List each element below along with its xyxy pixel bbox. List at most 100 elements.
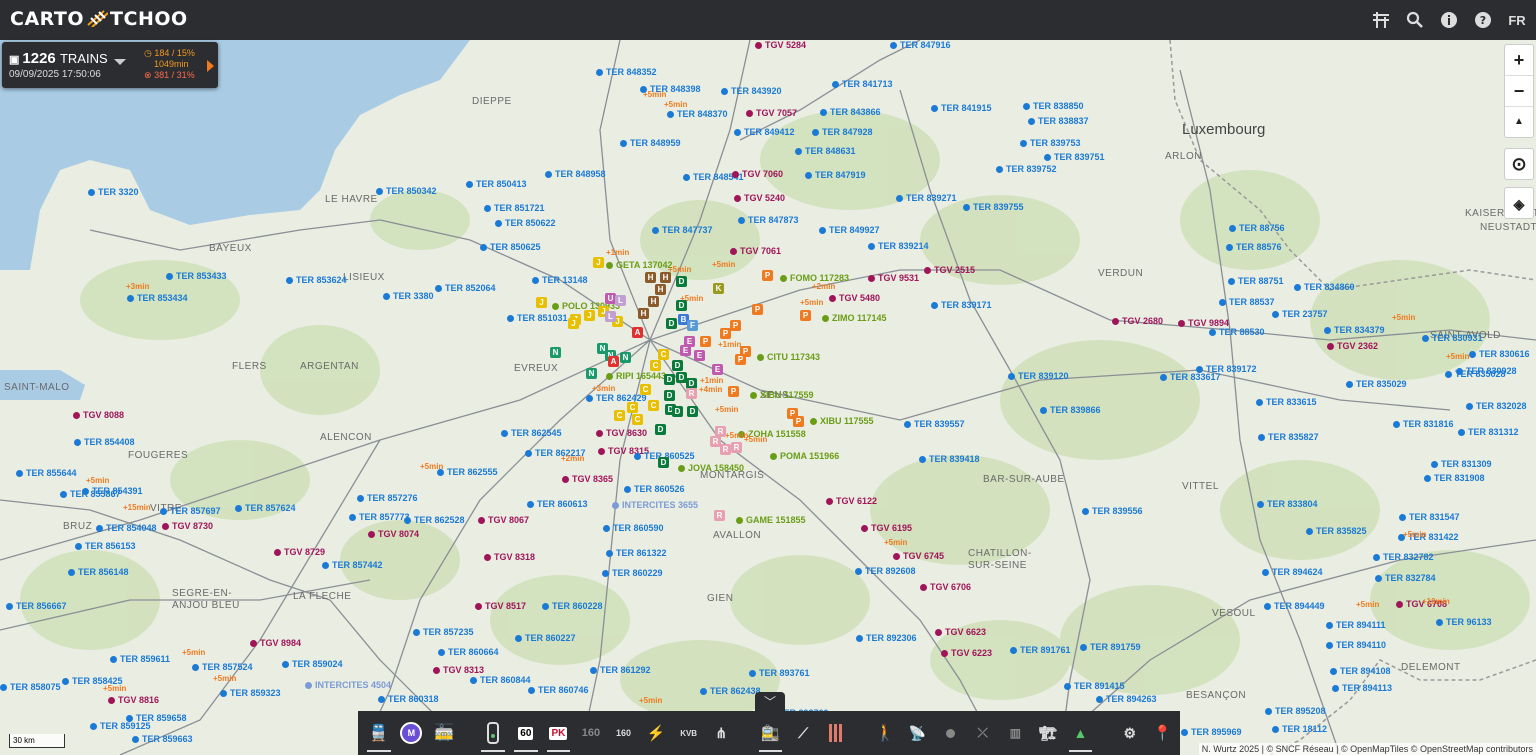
- transit-line-icon[interactable]: J: [568, 318, 579, 329]
- zoom-in-button[interactable]: +: [1505, 45, 1533, 76]
- train-marker[interactable]: TER 857276: [357, 493, 418, 503]
- train-marker[interactable]: TER 857442: [322, 560, 383, 570]
- train-marker[interactable]: TER 88756: [1229, 223, 1285, 233]
- train-marker[interactable]: TER 857524: [192, 662, 253, 672]
- train-marker[interactable]: TGV 2680: [1112, 316, 1163, 326]
- train-marker[interactable]: TER 855867: [60, 489, 121, 499]
- train-marker[interactable]: TGV 6195: [861, 523, 912, 533]
- train-marker[interactable]: TER 848959: [620, 138, 681, 148]
- train-marker[interactable]: TER 894108: [1330, 666, 1391, 676]
- train-marker[interactable]: TER 839753: [1020, 138, 1081, 148]
- train-marker[interactable]: TER 858075: [0, 682, 61, 692]
- transit-line-icon[interactable]: K: [713, 283, 724, 294]
- train-marker[interactable]: TER 853434: [127, 293, 188, 303]
- train-marker[interactable]: TER 857235: [413, 627, 474, 637]
- train-marker[interactable]: TGV 5240: [734, 193, 785, 203]
- transit-line-icon[interactable]: D: [672, 360, 683, 371]
- train-marker[interactable]: TER 860746: [528, 685, 589, 695]
- transit-line-icon[interactable]: C: [614, 410, 625, 421]
- train-marker[interactable]: TER 849927: [819, 225, 880, 235]
- train-marker[interactable]: TER 859125: [90, 721, 151, 731]
- transit-line-icon[interactable]: P: [735, 354, 746, 365]
- train-marker[interactable]: TGV 5284: [755, 40, 806, 50]
- transit-line-icon[interactable]: C: [658, 349, 669, 360]
- kvb-toggle[interactable]: KVB: [674, 718, 704, 748]
- zoom-out-button[interactable]: −: [1505, 76, 1533, 107]
- train-marker[interactable]: TER 859323: [220, 688, 281, 698]
- train-marker[interactable]: TGV 8067: [478, 515, 529, 525]
- train-marker[interactable]: TGV 8816: [108, 695, 159, 705]
- train-marker[interactable]: TER 839556: [1082, 506, 1143, 516]
- train-marker[interactable]: TGV 6706: [920, 582, 971, 592]
- transit-line-icon[interactable]: H: [660, 272, 671, 283]
- train-marker[interactable]: TER 891761: [1010, 645, 1071, 655]
- train-marker[interactable]: GETA 137042: [606, 260, 673, 270]
- transit-line-icon[interactable]: P: [720, 328, 731, 339]
- train-marker[interactable]: TER 847916: [890, 40, 951, 50]
- train-marker[interactable]: TER 860590: [603, 523, 664, 533]
- train-marker[interactable]: TER 831816: [1393, 419, 1454, 429]
- station-toggle[interactable]: 🚉: [756, 718, 786, 752]
- transit-line-icon[interactable]: P: [700, 336, 711, 347]
- train-marker[interactable]: TER 860613: [527, 499, 588, 509]
- train-marker[interactable]: TGV 8730: [162, 521, 213, 531]
- train-marker[interactable]: TER 830616: [1469, 349, 1530, 359]
- track-toggle[interactable]: ⟋: [788, 718, 818, 748]
- train-marker[interactable]: TER 894113: [1332, 683, 1392, 693]
- transit-line-icon[interactable]: D: [664, 390, 675, 401]
- train-marker[interactable]: TER 860526: [624, 484, 685, 494]
- transit-line-icon[interactable]: N: [550, 347, 561, 358]
- level-crossing-toggle[interactable]: ⤫: [968, 718, 998, 748]
- train-marker[interactable]: TER 841915: [931, 103, 992, 113]
- transit-line-icon[interactable]: P: [762, 270, 773, 281]
- train-marker[interactable]: TER 894111: [1326, 620, 1386, 630]
- speed-limit-toggle[interactable]: 60: [511, 718, 541, 752]
- train-marker[interactable]: TER 859611: [110, 654, 170, 664]
- train-marker[interactable]: JOVA 158450: [678, 463, 744, 473]
- transit-line-icon[interactable]: P: [793, 416, 804, 427]
- info-icon[interactable]: [1438, 9, 1460, 31]
- train-marker[interactable]: XIBU 117555: [810, 416, 874, 426]
- train-marker[interactable]: TER 850622: [495, 218, 556, 228]
- play-icon[interactable]: [207, 60, 214, 72]
- train-marker[interactable]: TER 839418: [919, 454, 980, 464]
- train-marker[interactable]: TER 839557: [904, 419, 965, 429]
- train-marker[interactable]: TER 861322: [606, 548, 667, 558]
- train-marker[interactable]: TER 835827: [1258, 432, 1319, 442]
- train-marker[interactable]: TGV 6623: [935, 627, 986, 637]
- train-marker[interactable]: TGV 5480: [829, 293, 880, 303]
- signal-toggle[interactable]: [478, 718, 508, 752]
- transit-line-icon[interactable]: A: [632, 327, 643, 338]
- transit-line-icon[interactable]: P: [752, 304, 763, 315]
- train-marker[interactable]: TER 857773: [349, 512, 410, 522]
- train-marker[interactable]: TER 849412: [734, 127, 795, 137]
- train-marker[interactable]: TGV 9531: [868, 273, 919, 283]
- transit-line-icon[interactable]: D: [672, 406, 683, 417]
- train-marker[interactable]: TGV 8729: [274, 547, 325, 557]
- train-marker[interactable]: TER 860228: [542, 601, 603, 611]
- pedestrian-toggle[interactable]: 🚶: [870, 718, 900, 748]
- train-marker[interactable]: TER 830928: [1456, 366, 1517, 376]
- attribution[interactable]: N. Wurtz 2025 | © SNCF Réseau | © OpenMa…: [1198, 743, 1536, 755]
- train-marker[interactable]: TER 895208: [1265, 706, 1326, 716]
- train-marker[interactable]: TER 856153: [75, 541, 136, 551]
- metro-toggle[interactable]: M: [397, 718, 427, 748]
- train-marker[interactable]: TER 861292: [590, 665, 651, 675]
- transit-line-icon[interactable]: C: [640, 384, 651, 395]
- train-marker[interactable]: TER 96133: [1436, 617, 1492, 627]
- train-marker[interactable]: TER 892608: [855, 566, 916, 576]
- train-marker[interactable]: TER 848352: [596, 67, 657, 77]
- train-marker[interactable]: TER 855644: [16, 468, 77, 478]
- search-icon[interactable]: [1404, 9, 1426, 31]
- train-marker[interactable]: TER 88537: [1219, 297, 1275, 307]
- train-marker[interactable]: TER 862528: [404, 515, 465, 525]
- transit-line-icon[interactable]: H: [648, 296, 659, 307]
- transit-line-icon[interactable]: E: [684, 336, 695, 347]
- transit-line-icon[interactable]: H: [645, 272, 656, 283]
- train-marker[interactable]: TER 848631: [795, 146, 856, 156]
- train-marker[interactable]: TER 856148: [68, 567, 129, 577]
- train-marker[interactable]: TER 894263: [1096, 694, 1157, 704]
- train-marker[interactable]: TER 834379: [1324, 325, 1385, 335]
- transit-line-icon[interactable]: R: [720, 444, 731, 455]
- train-marker[interactable]: TER 839751: [1044, 152, 1105, 162]
